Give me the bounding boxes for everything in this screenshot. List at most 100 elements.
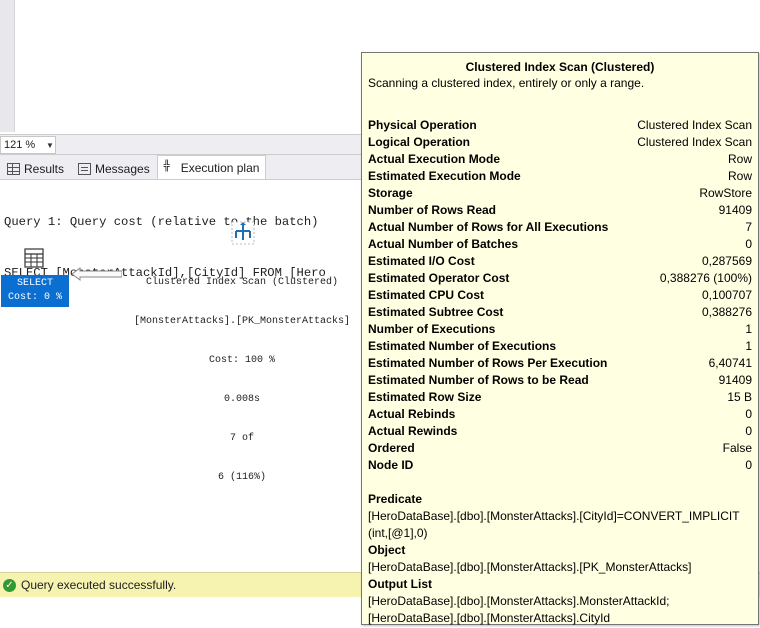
tooltip-property-row: Storage RowStore [368, 185, 752, 202]
property-value: Row [727, 169, 752, 183]
tooltip-property-row: Actual Execution Mode Row [368, 151, 752, 168]
select-operator-icon[interactable] [24, 248, 44, 268]
property-name: Number of Executions [368, 322, 496, 336]
tooltip-title: Clustered Index Scan (Clustered) [465, 60, 655, 74]
tooltip-property-row: Estimated Number of Rows to be Read 91409 [368, 372, 752, 389]
tooltip-property-row: Node ID 0 [368, 457, 752, 474]
scan-operator-text[interactable]: Clustered Index Scan (Clustered) [Monste… [122, 250, 362, 510]
property-value: Row [727, 152, 752, 166]
tab-messages-label: Messages [95, 161, 150, 176]
object-label: Object [368, 543, 406, 557]
check-icon: ✓ [3, 578, 16, 592]
tooltip-property-row: Number of Executions 1 [368, 321, 752, 338]
chevron-down-icon[interactable]: ▼ [45, 141, 55, 150]
property-value: 0,388276 (100%) [659, 271, 752, 285]
zoom-toolbar: 121 % ▼ [0, 134, 362, 155]
property-value: 0,287569 [701, 254, 752, 268]
tab-results-label: Results [24, 161, 65, 176]
zoom-select[interactable]: 121 % ▼ [0, 136, 56, 154]
select-operator[interactable]: SELECT Cost: 0 % [1, 275, 69, 307]
editor-gutter [0, 0, 15, 132]
tooltip-property-row: Estimated Operator Cost 0,388276 (100%) [368, 270, 752, 287]
results-tabs: Results Messages ╬ Execution plan [0, 155, 362, 180]
property-value: 0 [745, 407, 752, 421]
property-name: Actual Execution Mode [368, 152, 501, 166]
property-value: 0 [745, 458, 752, 472]
output-list-line: [HeroDataBase].[dbo].[MonsterAttacks].Mo… [368, 594, 670, 608]
tooltip-property-row: Number of Rows Read 91409 [368, 202, 752, 219]
scan-line: 7 of [229, 433, 254, 444]
property-name: Physical Operation [368, 118, 477, 132]
tooltip-property-row: Estimated Execution Mode Row [368, 168, 752, 185]
property-name: Estimated Row Size [368, 390, 482, 404]
tab-execution-plan-label: Execution plan [180, 160, 260, 175]
execution-plan-canvas: SELECT Cost: 0 % Clustered Index Scan (C… [0, 215, 362, 570]
property-name: Actual Rewinds [368, 424, 458, 438]
property-name: Storage [368, 186, 413, 200]
tooltip-property-row: Estimated Number of Rows Per Execution 6,… [368, 355, 752, 372]
property-name: Estimated Number of Executions [368, 339, 557, 353]
property-name: Estimated I/O Cost [368, 254, 475, 268]
scan-line: 0.008s [223, 394, 260, 405]
scan-line: [MonsterAttacks].[PK_MonsterAttacks] [133, 316, 351, 327]
property-name: Ordered [368, 441, 415, 455]
data-flow-arrow [72, 267, 122, 281]
tooltip-property-row: Estimated I/O Cost 0,287569 [368, 253, 752, 270]
property-name: Logical Operation [368, 135, 471, 149]
predicate-label: Predicate [368, 492, 423, 506]
output-list-label: Output List [368, 577, 432, 591]
tooltip-subtitle: Scanning a clustered index, entirely or … [368, 76, 645, 90]
tooltip-property-row: Actual Number of Batches 0 [368, 236, 752, 253]
tooltip-property-row: Logical Operation Clustered Index Scan [368, 134, 752, 151]
property-name: Estimated Subtree Cost [368, 305, 504, 319]
property-name: Actual Number of Batches [368, 237, 519, 251]
messages-icon [78, 162, 92, 175]
scan-line: Cost: 100 % [208, 355, 275, 366]
property-value: False [722, 441, 752, 455]
property-value: 1 [745, 322, 752, 336]
property-name: Actual Rebinds [368, 407, 456, 421]
tooltip-property-row: Actual Rewinds 0 [368, 423, 752, 440]
tooltip-property-row: Actual Rebinds 0 [368, 406, 752, 423]
property-name: Estimated Execution Mode [368, 169, 521, 183]
property-name: Number of Rows Read [368, 203, 497, 217]
tab-messages[interactable]: Messages [71, 157, 157, 179]
tooltip-properties: Physical Operation Clustered Index Scan Lo… [368, 117, 752, 474]
scan-line: Clustered Index Scan (Clustered) [145, 277, 339, 288]
property-value: 91409 [718, 203, 752, 217]
property-value: RowStore [699, 186, 752, 200]
property-name: Actual Number of Rows for All Executions [368, 220, 609, 234]
tab-execution-plan[interactable]: ╬ Execution plan [156, 155, 267, 179]
property-value: Clustered Index Scan [637, 118, 752, 132]
tooltip-property-row: Estimated Row Size 15 B [368, 389, 752, 406]
tooltip-property-row: Physical Operation Clustered Index Scan [368, 117, 752, 134]
property-value: 91409 [718, 373, 752, 387]
tooltip-property-row: Estimated CPU Cost 0,100707 [368, 287, 752, 304]
property-value: 7 [745, 220, 752, 234]
tooltip-property-row: Ordered False [368, 440, 752, 457]
zoom-value: 121 % [4, 139, 36, 151]
property-name: Node ID [368, 458, 414, 472]
property-name: Estimated CPU Cost [368, 288, 485, 302]
operator-tooltip: Clustered Index Scan (Clustered) Scannin… [361, 52, 759, 625]
tooltip-property-row: Actual Number of Rows for All Executions… [368, 219, 752, 236]
property-value: 0 [745, 424, 752, 438]
clustered-index-scan-icon[interactable] [230, 220, 256, 246]
tab-results[interactable]: Results [0, 157, 71, 179]
output-list-line: [HeroDataBase].[dbo].[MonsterAttacks].Ci… [368, 611, 611, 625]
grid-icon [7, 162, 20, 175]
property-value: 0 [745, 237, 752, 251]
property-value: 15 B [727, 390, 752, 404]
execution-plan-icon: ╬ [163, 160, 170, 172]
select-cost: Cost: 0 % [7, 292, 62, 303]
status-text: Query executed successfully. [21, 578, 177, 592]
property-name: Estimated Operator Cost [368, 271, 510, 285]
tooltip-property-row: Estimated Subtree Cost 0,388276 [368, 304, 752, 321]
select-label: SELECT [16, 278, 53, 289]
property-name: Estimated Number of Rows Per Execution [368, 356, 608, 370]
object-text: [HeroDataBase].[dbo].[MonsterAttacks].[P… [368, 560, 692, 574]
scan-line: 6 (116%) [217, 472, 266, 483]
property-value: 1 [745, 339, 752, 353]
property-value: 0,388276 [701, 305, 752, 319]
property-value: 6,40741 [708, 356, 752, 370]
